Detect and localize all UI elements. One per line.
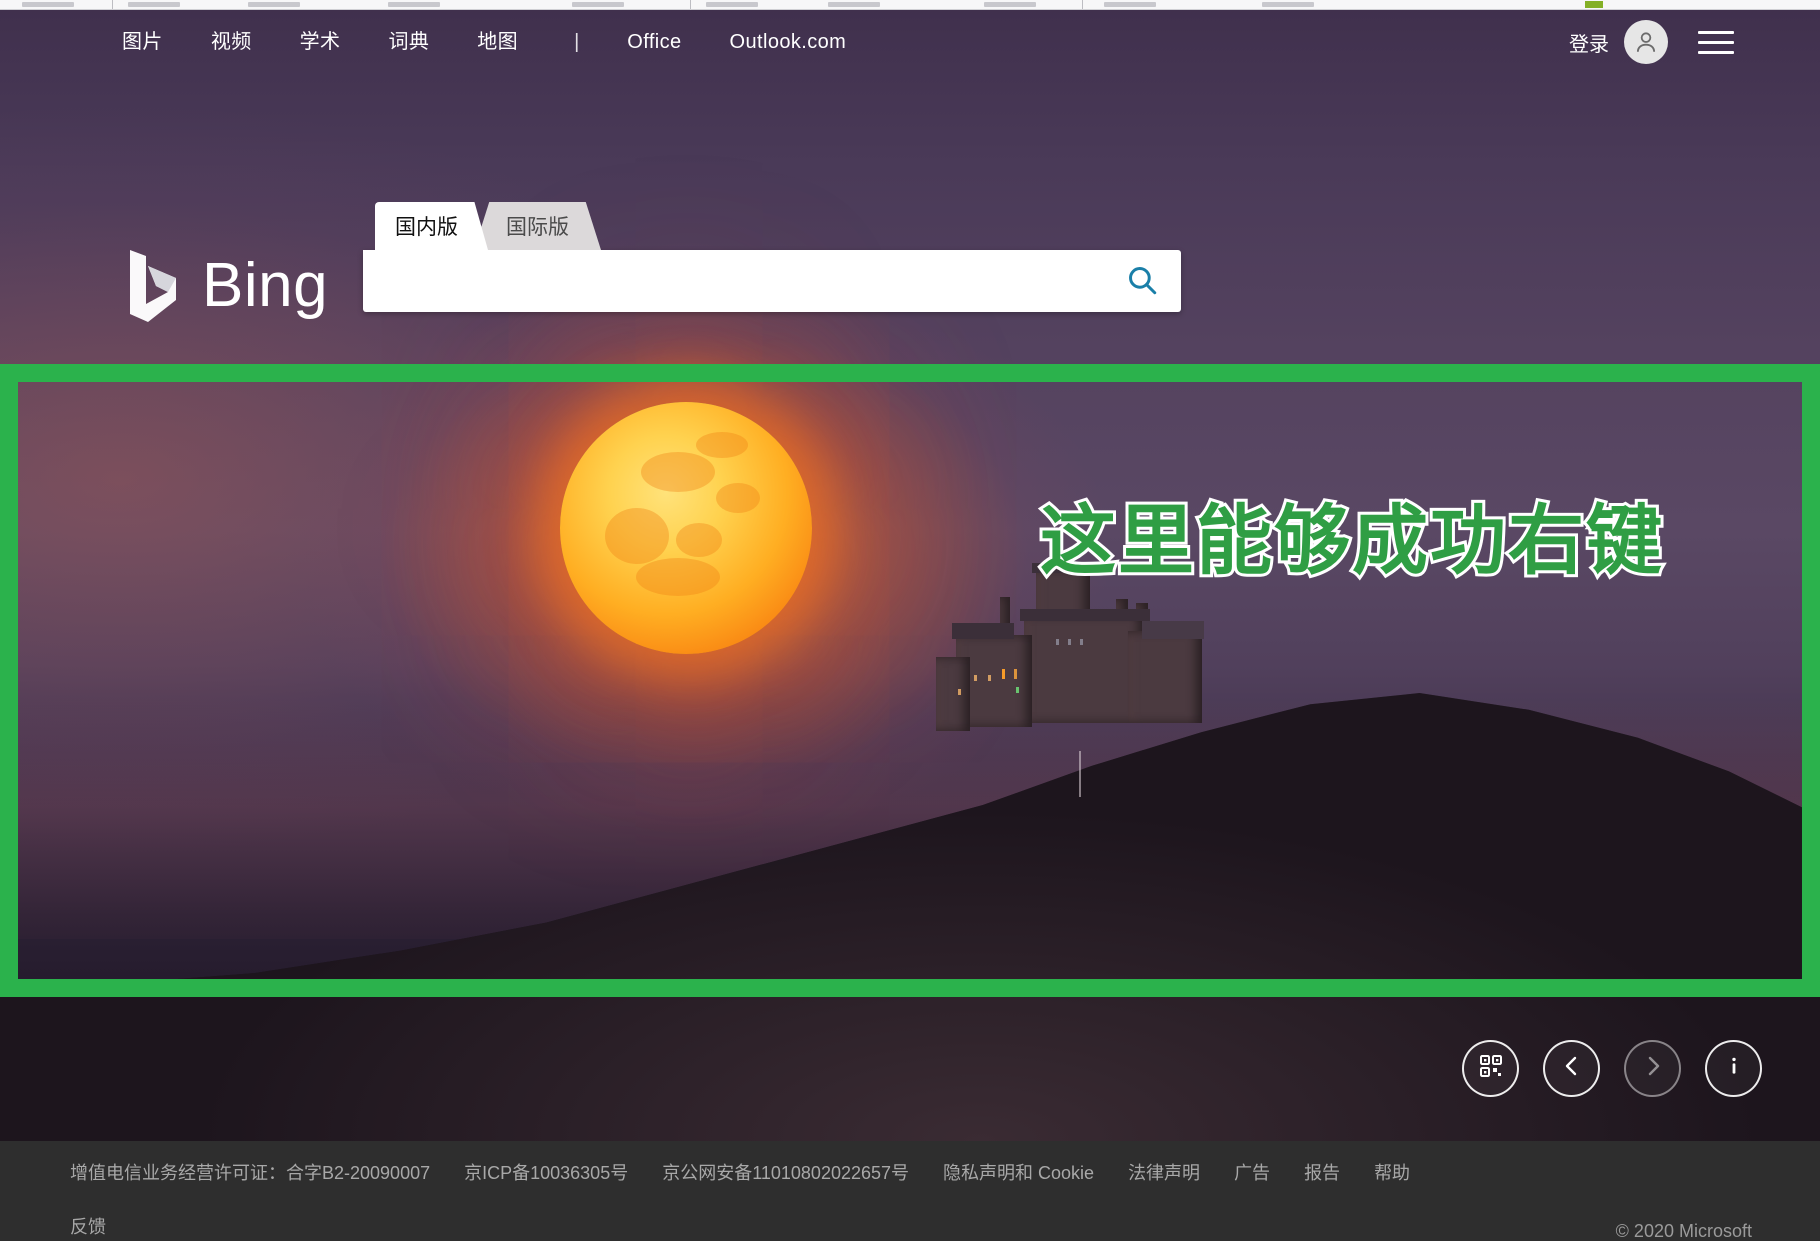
footer-copyright: © 2020 Microsoft <box>1615 1221 1752 1241</box>
bing-homepage: 图片 视频 学术 词典 地图 | Office Outlook.com 登录 B… <box>0 0 1820 1241</box>
footer-privacy[interactable]: 隐私声明和 Cookie <box>943 1159 1094 1185</box>
browser-tab-strip[interactable] <box>0 0 1820 10</box>
tab-domestic[interactable]: 国内版 <box>375 202 488 250</box>
nav-links-left: 图片 视频 学术 词典 地图 | Office Outlook.com <box>122 30 894 54</box>
hamburger-line <box>1698 40 1734 44</box>
chevron-right-icon <box>1641 1054 1665 1083</box>
image-info-button[interactable] <box>1705 1040 1762 1097</box>
moon <box>560 402 812 654</box>
browser-tab[interactable] <box>1104 2 1156 7</box>
qr-code-icon <box>1479 1054 1503 1083</box>
footer-telecom-license[interactable]: 增值电信业务经营许可证：合字B2-20090007 <box>70 1159 430 1185</box>
tab-international[interactable]: 国际版 <box>474 202 601 250</box>
browser-tab[interactable] <box>22 2 74 7</box>
bing-wordmark: Bing <box>202 251 329 320</box>
browser-tab[interactable] <box>828 2 880 7</box>
browser-tab[interactable] <box>572 2 624 7</box>
previous-image-button[interactable] <box>1543 1040 1600 1097</box>
info-icon <box>1722 1054 1746 1083</box>
browser-tab[interactable] <box>706 2 758 7</box>
extension-icon[interactable] <box>1585 1 1603 8</box>
search-area: 国内版 国际版 <box>363 202 1181 312</box>
nav-outlook[interactable]: Outlook.com <box>730 30 847 54</box>
nav-academic[interactable]: 学术 <box>300 30 341 54</box>
bing-b-icon <box>128 248 184 324</box>
browser-tab[interactable] <box>1262 2 1314 7</box>
search-icon <box>1125 263 1159 300</box>
qr-code-button[interactable] <box>1462 1040 1519 1097</box>
nav-dictionary[interactable]: 词典 <box>388 30 429 54</box>
footer-feedback[interactable]: 反馈 <box>70 1217 106 1237</box>
top-navigation-bar: 图片 视频 学术 词典 地图 | Office Outlook.com 登录 <box>0 9 1820 75</box>
sign-in-link[interactable]: 登录 <box>1569 28 1609 57</box>
browser-tab-divider <box>112 0 113 9</box>
browser-tab-divider <box>1082 0 1083 9</box>
nav-separator: | <box>574 30 580 53</box>
browser-tab[interactable] <box>984 2 1036 7</box>
person-icon <box>1633 29 1659 55</box>
footer-icp[interactable]: 京ICP备10036305号 <box>464 1159 628 1185</box>
bing-logo[interactable]: Bing <box>128 248 328 324</box>
hamburger-line <box>1698 30 1734 34</box>
nav-images[interactable]: 图片 <box>122 30 163 54</box>
nav-office[interactable]: Office <box>627 30 681 54</box>
hamburger-menu-icon[interactable] <box>1698 30 1734 54</box>
nav-maps[interactable]: 地图 <box>477 30 518 54</box>
castle-silhouette <box>928 563 1228 759</box>
browser-tab[interactable] <box>128 2 180 7</box>
footer: 增值电信业务经营许可证：合字B2-20090007 京ICP备10036305号… <box>0 1141 1820 1241</box>
footer-feedback-row: 反馈 <box>70 1213 140 1239</box>
browser-tab[interactable] <box>388 2 440 7</box>
footer-report[interactable]: 报告 <box>1304 1159 1340 1185</box>
footer-public-security[interactable]: 京公网安备11010802022657号 <box>662 1159 909 1185</box>
search-input[interactable] <box>363 252 1103 310</box>
nav-links-right: 登录 <box>1569 20 1734 64</box>
search-submit-button[interactable] <box>1103 250 1181 312</box>
image-controls <box>1462 1040 1762 1097</box>
avatar[interactable] <box>1624 20 1668 64</box>
browser-tab[interactable] <box>248 2 300 7</box>
footer-help[interactable]: 帮助 <box>1374 1159 1410 1185</box>
browser-tab-divider <box>690 0 691 9</box>
nav-videos[interactable]: 视频 <box>211 30 252 54</box>
annotation-text: 这里能够成功右键 <box>1037 497 1665 587</box>
footer-ads[interactable]: 广告 <box>1234 1159 1270 1185</box>
footer-links-row: 增值电信业务经营许可证：合字B2-20090007 京ICP备10036305号… <box>70 1159 1444 1185</box>
search-version-tabs: 国内版 国际版 <box>363 202 1181 250</box>
chevron-left-icon <box>1560 1054 1584 1083</box>
footer-legal[interactable]: 法律声明 <box>1128 1159 1200 1185</box>
hamburger-line <box>1698 50 1734 54</box>
next-image-button[interactable] <box>1624 1040 1681 1097</box>
flagpole <box>1079 751 1081 797</box>
search-bar[interactable] <box>363 250 1181 312</box>
